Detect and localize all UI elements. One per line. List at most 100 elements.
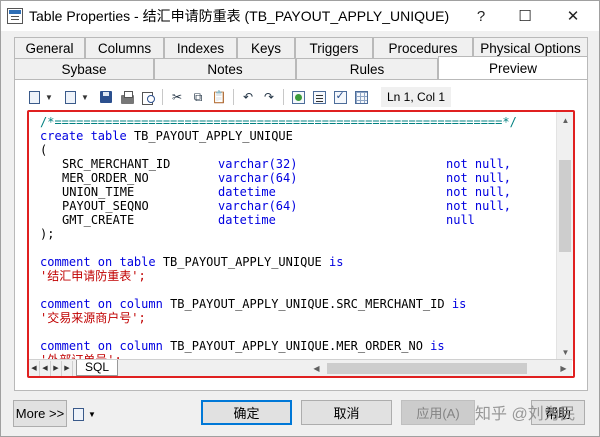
redo-icon[interactable]: ↷ — [260, 88, 278, 106]
tab-keys[interactable]: Keys — [237, 37, 295, 58]
column-nullability: not null, — [446, 185, 512, 199]
help-window-button[interactable]: ? — [459, 1, 503, 31]
comment-target: TB_PAYOUT_APPLY_UNIQUE.MER_ORDER_NO — [170, 339, 423, 353]
sql-code[interactable]: /*======================================… — [40, 115, 556, 361]
separator-comment: /*======================================… — [40, 115, 517, 129]
refresh-icon[interactable] — [289, 88, 307, 106]
comment-keyword: comment on table — [40, 255, 156, 269]
maximize-button[interactable]: ☐ — [503, 1, 547, 31]
vertical-scroll-thumb[interactable] — [559, 160, 571, 252]
close-paren: ); — [40, 227, 55, 241]
comment-statement: comment on column TB_PAYOUT_APPLY_UNIQUE… — [40, 339, 556, 353]
scroll-left-icon[interactable]: ◀ — [309, 361, 324, 376]
tab-sybase[interactable]: Sybase — [14, 58, 154, 79]
script-properties-icon[interactable] — [25, 88, 43, 106]
change-generation-options-icon[interactable] — [331, 88, 349, 106]
column-type: varchar(64) — [218, 199, 298, 213]
code-line: create table TB_PAYOUT_APPLY_UNIQUE — [40, 129, 556, 143]
tab-triggers[interactable]: Triggers — [295, 37, 373, 58]
edit-document-icon[interactable] — [61, 88, 79, 106]
column-name: SRC_MERCHANT_ID — [62, 157, 171, 171]
tab-physical-options[interactable]: Physical Options — [473, 37, 588, 58]
scroll-right-icon[interactable]: ▶ — [556, 361, 571, 376]
tab-columns[interactable]: Columns — [85, 37, 164, 58]
watermark: 知乎 @刘为民 — [475, 406, 576, 423]
window-title: Table Properties - 结汇申请防重表 (TB_PAYOUT_AP… — [29, 8, 450, 24]
save-icon[interactable] — [97, 88, 115, 106]
dialog-button-bar: More >> ▼ 确定 取消 应用(A) 帮助 知乎 @刘为民 — [1, 396, 599, 436]
scroll-up-icon[interactable]: ▲ — [557, 112, 573, 129]
comment-target: TB_PAYOUT_APPLY_UNIQUE.SRC_MERCHANT_ID — [170, 297, 445, 311]
comment-text: '结汇申请防重表'; — [40, 269, 146, 283]
cut-icon[interactable]: ✂ — [168, 88, 186, 106]
sheet-tab-bar: ◀ ◀ ▶ ▶ SQL ◀ ▶ — [29, 359, 572, 376]
comment-keyword: comment on column — [40, 297, 163, 311]
paste-icon[interactable]: 📋 — [210, 88, 228, 106]
column-definition: GMT_CREATE datetime null — [40, 213, 556, 227]
preview-toolbar: ▼ ▼ ✂ ⧉ 📋 ↶ ↷ Ln 1, Col 1 — [25, 86, 452, 108]
chevron-down-icon[interactable]: ▼ — [79, 88, 91, 106]
ok-button[interactable]: 确定 — [201, 400, 292, 425]
horizontal-scrollbar[interactable]: ◀ ▶ — [309, 361, 571, 376]
more-button[interactable]: More >> — [13, 400, 67, 427]
is-keyword: is — [430, 339, 445, 353]
column-definition: UNION_TIME datetime not null, — [40, 185, 556, 199]
toolbar-separator — [233, 89, 234, 105]
comment-keyword: comment on column — [40, 339, 163, 353]
tab-notes[interactable]: Notes — [154, 58, 296, 79]
column-type: datetime — [218, 185, 276, 199]
previous-sheet-icon[interactable]: ◀ — [40, 360, 51, 376]
tab-procedures[interactable]: Procedures — [373, 37, 473, 58]
last-sheet-icon[interactable]: ▶ — [62, 360, 73, 376]
column-nullability: not null, — [446, 157, 512, 171]
column-type: datetime — [218, 213, 276, 227]
find-icon[interactable] — [139, 88, 157, 106]
column-name: MER_ORDER_NO — [62, 171, 149, 185]
menu-split-button[interactable]: ▼ — [73, 402, 107, 427]
tab-rules[interactable]: Rules — [296, 58, 438, 79]
vertical-scrollbar[interactable]: ▲ ▼ — [556, 112, 573, 361]
toolbar-separator — [162, 89, 163, 105]
comment-statement: comment on table TB_PAYOUT_APPLY_UNIQUE … — [40, 255, 556, 269]
tab-indexes[interactable]: Indexes — [164, 37, 237, 58]
cancel-button[interactable]: 取消 — [301, 400, 392, 425]
horizontal-scroll-thumb[interactable] — [327, 363, 527, 374]
open-paren: ( — [40, 143, 48, 157]
code-line: ( — [40, 143, 556, 157]
column-type: varchar(32) — [218, 157, 298, 171]
chevron-down-icon[interactable]: ▼ — [43, 88, 55, 106]
column-name: UNION_TIME — [62, 185, 135, 199]
is-keyword: is — [451, 297, 467, 311]
column-nullability: not null, — [446, 171, 512, 185]
is-keyword: is — [329, 255, 344, 269]
first-sheet-icon[interactable]: ◀ — [29, 360, 40, 376]
tab-general[interactable]: General — [14, 37, 85, 58]
title-bar: Table Properties - 结汇申请防重表 (TB_PAYOUT_AP… — [1, 1, 599, 31]
comment-text: '交易来源商户号'; — [40, 311, 146, 325]
menu-icon — [73, 408, 84, 421]
preview-panel: ▼ ▼ ✂ ⧉ 📋 ↶ ↷ Ln 1, Col 1 /*============… — [14, 79, 588, 391]
comment-statement: comment on column TB_PAYOUT_APPLY_UNIQUE… — [40, 297, 556, 311]
print-icon[interactable] — [118, 88, 136, 106]
sheet-tab-sql[interactable]: SQL — [76, 360, 119, 376]
column-name: PAYOUT_SEQNO — [62, 199, 149, 213]
show-generation-options-icon[interactable] — [310, 88, 328, 106]
sql-preview-editor[interactable]: /*======================================… — [27, 110, 575, 378]
comment-text-line: '交易来源商户号'; — [40, 311, 556, 325]
column-name: GMT_CREATE — [62, 213, 135, 227]
table-properties-icon — [7, 8, 23, 24]
create-table-keyword: create table — [40, 129, 127, 143]
toolbar-separator — [283, 89, 284, 105]
apply-button[interactable]: 应用(A) — [401, 400, 475, 425]
tab-row-2: Sybase Notes Rules Preview — [14, 56, 588, 79]
undo-icon[interactable]: ↶ — [239, 88, 257, 106]
copy-icon[interactable]: ⧉ — [189, 88, 207, 106]
tab-preview[interactable]: Preview — [438, 56, 588, 79]
next-sheet-icon[interactable]: ▶ — [51, 360, 62, 376]
close-button[interactable]: ✕ — [547, 1, 599, 31]
select-generation-options-icon[interactable] — [352, 88, 370, 106]
chevron-down-icon: ▼ — [88, 410, 96, 419]
